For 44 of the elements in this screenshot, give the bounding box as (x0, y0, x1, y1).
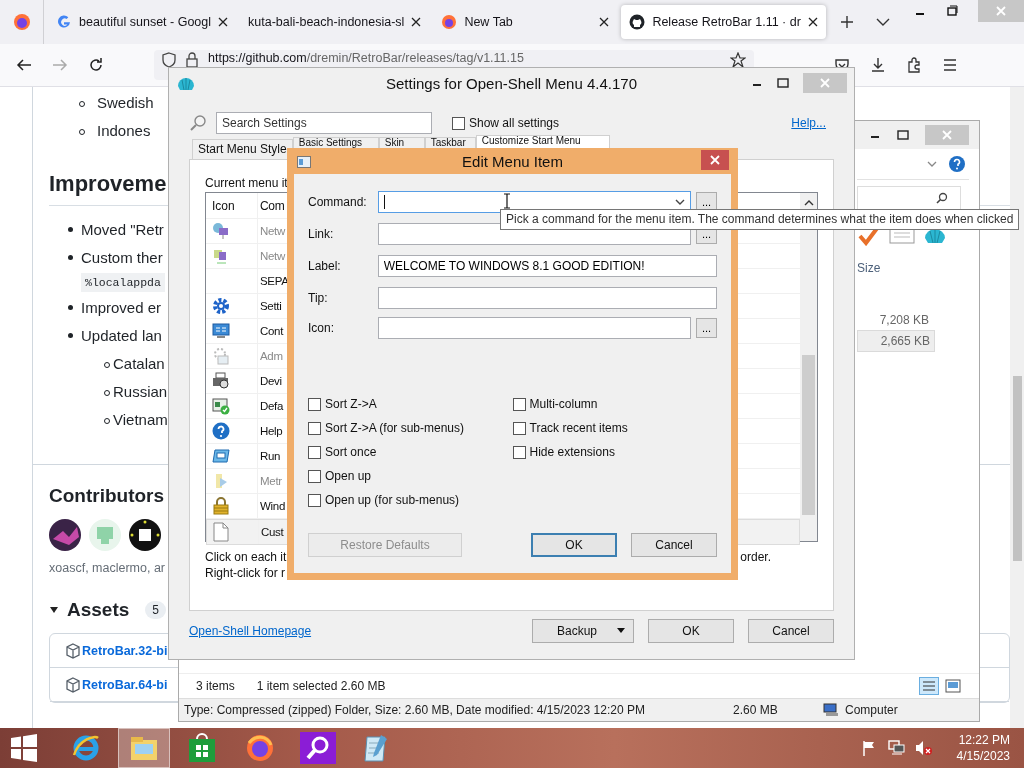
menu-item-text: Run (259, 450, 281, 462)
menu-item-text: Adm (259, 350, 283, 362)
list-item-text: Improved er (81, 298, 162, 318)
tooltip: Pick a command for the menu item. The command determines what the item does when clicked (500, 209, 1020, 230)
list-item-text: Indones (97, 121, 151, 141)
menu-item-text: Netw (259, 225, 285, 237)
menu-item-text: Cust (260, 526, 284, 538)
field-label: Icon: (308, 321, 335, 335)
hint-text: Right-click for r (205, 565, 286, 581)
list-label: Current menu it (205, 176, 289, 192)
location-text: Computer (845, 703, 898, 717)
menu-item-text: SEPA (259, 275, 289, 287)
menu-item-text: Metr (259, 475, 282, 487)
field-label: Label: (308, 259, 342, 273)
file-size-cell-text: 7,208 KB (878, 312, 930, 329)
menu-item-text: Wind (259, 500, 285, 512)
status-text: 1 item selected 2.60 MB (256, 679, 386, 693)
field-label: Command: (308, 195, 368, 209)
menu-item-text: Defa (259, 400, 284, 412)
menu-item-text: Netw (259, 250, 285, 262)
menu-item-text: Help (259, 425, 283, 437)
details-size: 2.60 MB (733, 703, 779, 717)
list-item-text: Swedish (97, 93, 154, 113)
list-item-text: Moved "Retr (81, 220, 164, 240)
list-item-text: Catalan (113, 354, 165, 374)
code-text: %localappda (81, 273, 165, 292)
list-item-text: Updated lan (81, 326, 162, 346)
count-badge: 5 (145, 601, 166, 619)
list-item-text: Vietnam (113, 410, 168, 430)
list-item-text: Custom ther (81, 248, 163, 268)
hint-text: Click on each it (205, 549, 287, 565)
menu-item-text: Setti (259, 300, 282, 312)
menu-item-text: Cont (259, 325, 284, 337)
status-text: 3 items (196, 679, 235, 693)
file-size-cell: 2,665 KB (857, 330, 935, 352)
menu-item-text: Devi (259, 375, 282, 387)
hint-text: order. (740, 549, 771, 565)
field-label: Link: (308, 227, 335, 241)
list-item-text: Russian (113, 382, 168, 402)
contributor-names: xoascf, maclermo, ar (49, 561, 165, 575)
details-text: Type: Compressed (zipped) Folder, Size: 2.60 MB, Date modified: 4/15/2023 12:20 PM (184, 703, 646, 717)
section-heading: Contributors (49, 485, 165, 507)
field-label: Tip: (308, 291, 329, 305)
section-heading: Assets (67, 599, 130, 621)
